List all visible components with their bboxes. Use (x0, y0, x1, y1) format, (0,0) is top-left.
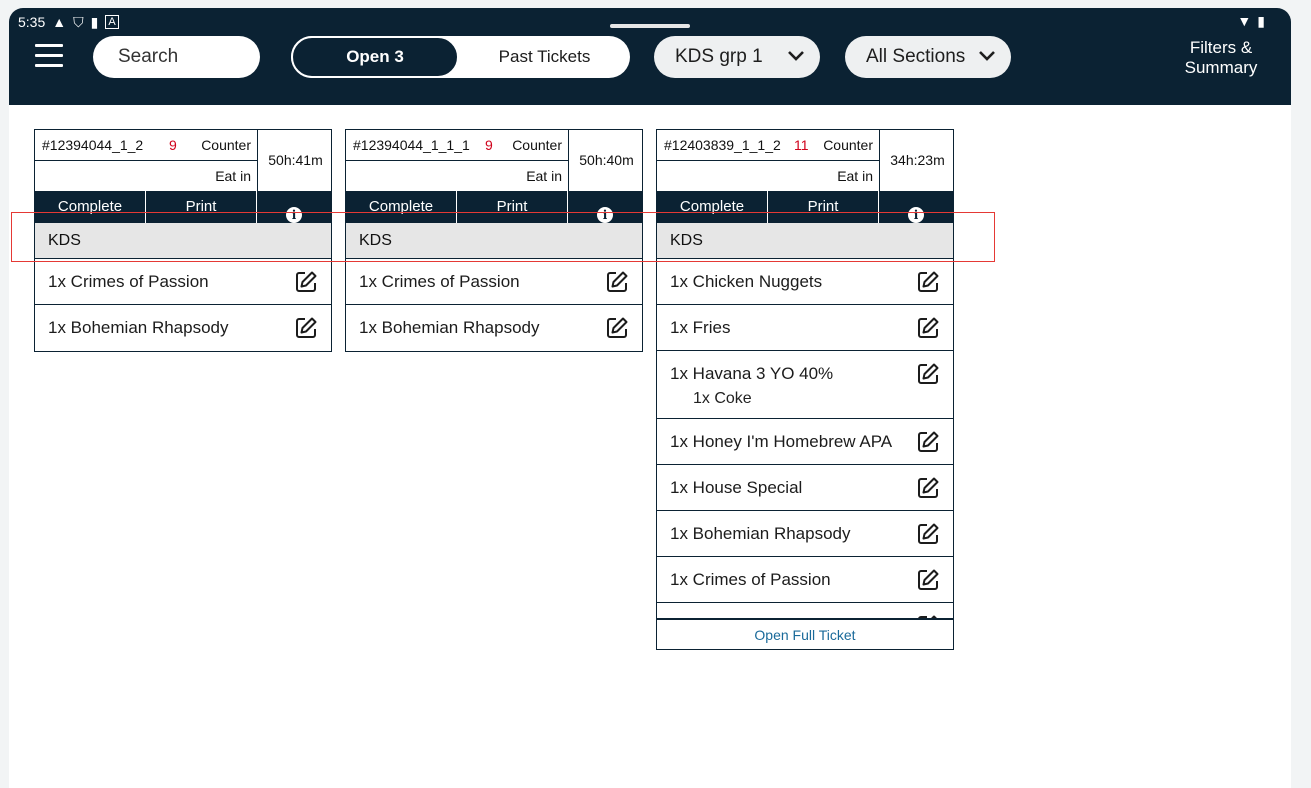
edit-icon[interactable] (916, 476, 940, 500)
item-name: 1x Havana 3 YO 40% (670, 364, 834, 383)
open-full-ticket-link[interactable]: Open Full Ticket (657, 619, 953, 649)
filters-label-line1: Filters & (1189, 38, 1253, 57)
complete-button[interactable]: Complete (346, 191, 457, 223)
status-bar: 5:35 ▲ ⛉ ▮ A (18, 12, 119, 32)
top-app-bar: 5:35 ▲ ⛉ ▮ A ▼ ▮ Search Open 3 Past Tick… (9, 8, 1291, 105)
elapsed-time: 34h:23m (890, 152, 945, 168)
list-item[interactable]: 1x Bohemian Rhapsody (35, 305, 331, 351)
edit-icon[interactable] (294, 316, 318, 340)
info-icon: i (908, 207, 924, 223)
elapsed-time: 50h:40m (579, 152, 634, 168)
item-count: 11 (794, 137, 809, 153)
battery-icon: ▮ (1257, 13, 1265, 29)
order-type: Counter (823, 137, 873, 153)
list-item[interactable]: 1x Fries (657, 305, 953, 351)
info-icon: i (597, 207, 613, 223)
ticket-id: #12394044_1_1_1 (353, 137, 470, 153)
wifi-icon: ▼ (1237, 13, 1252, 29)
item-count: 9 (169, 137, 177, 153)
ticket-header: #12394044_1_1_1 9 Counter Eat in 50h:40m (346, 130, 642, 191)
warning-icon: ▲ (52, 14, 67, 30)
app-notification-icon: A (105, 15, 119, 29)
section-header: KDS (346, 223, 642, 259)
chevron-down-icon (788, 51, 804, 61)
sd-card-icon: ▮ (90, 13, 99, 30)
list-item[interactable]: 1x Crimes of Passion (346, 259, 642, 305)
ticket-card: #12403839_1_1_2 11 Counter Eat in 34h:23… (656, 129, 954, 650)
status-time: 5:35 (18, 14, 46, 30)
ticket-status-toggle: Open 3 Past Tickets (291, 36, 630, 78)
filters-label-line2: Summary (1184, 58, 1258, 77)
chevron-down-icon (979, 51, 995, 61)
list-item[interactable]: 1x Crimes of Passion (657, 557, 953, 603)
print-button[interactable]: Print (768, 191, 879, 223)
edit-icon[interactable] (294, 270, 318, 294)
service-type: Eat in (837, 168, 873, 184)
sections-label: All Sections (866, 46, 966, 67)
edit-icon[interactable] (605, 316, 629, 340)
ticket-card: #12394044_1_2 9 Counter Eat in 50h:41m C… (34, 129, 332, 352)
info-button[interactable]: i (568, 191, 642, 223)
info-button[interactable]: i (879, 191, 953, 223)
section-header: KDS (35, 223, 331, 259)
print-button[interactable]: Print (457, 191, 568, 223)
tab-open[interactable]: Open 3 (291, 36, 459, 78)
info-icon: i (286, 207, 302, 223)
service-type: Eat in (215, 168, 251, 184)
sections-dropdown[interactable]: All Sections (845, 36, 1011, 78)
ticket-actions: Complete Print i (346, 191, 642, 223)
complete-button[interactable]: Complete (657, 191, 768, 223)
ticket-actions: Complete Print i (657, 191, 953, 223)
service-type: Eat in (526, 168, 562, 184)
shield-icon: ⛉ (73, 13, 84, 30)
complete-button[interactable]: Complete (35, 191, 146, 223)
menu-icon[interactable] (35, 44, 63, 68)
elapsed-time: 50h:41m (268, 152, 323, 168)
edit-icon[interactable] (605, 270, 629, 294)
edit-icon[interactable] (916, 316, 940, 340)
edit-icon[interactable] (916, 614, 940, 619)
section-header: KDS (657, 223, 953, 259)
list-item[interactable]: 1x House Special (657, 465, 953, 511)
tab-past-tickets[interactable]: Past Tickets (459, 36, 630, 78)
list-item[interactable]: 1x Chicken Nuggets (657, 259, 953, 305)
filters-summary-button[interactable]: Filters & Summary (1176, 38, 1266, 78)
ticket-actions: Complete Print i (35, 191, 331, 223)
edit-icon[interactable] (916, 522, 940, 546)
ticket-id: #12394044_1_2 (42, 137, 144, 153)
kds-group-dropdown[interactable]: KDS grp 1 (654, 36, 820, 78)
edit-icon[interactable] (916, 270, 940, 294)
list-item[interactable]: 1x Honey I'm Homebrew APA (657, 419, 953, 465)
item-modifier: 1x Coke (693, 390, 752, 407)
list-item[interactable]: 1x Crimes of Passion (35, 259, 331, 305)
ticket-header: #12394044_1_2 9 Counter Eat in 50h:41m (35, 130, 331, 191)
info-button[interactable]: i (257, 191, 331, 223)
order-type: Counter (512, 137, 562, 153)
drag-handle[interactable] (610, 24, 690, 28)
order-type: Counter (201, 137, 251, 153)
edit-icon[interactable] (916, 568, 940, 592)
list-item[interactable]: 1x Bohemian Rhapsody (346, 305, 642, 351)
status-bar-right: ▼ ▮ (1237, 13, 1265, 30)
ticket-header: #12403839_1_1_2 11 Counter Eat in 34h:23… (657, 130, 953, 191)
edit-icon[interactable] (916, 430, 940, 454)
list-item[interactable]: 1x Havana 3 YO 40% 1x Coke (657, 351, 953, 419)
print-button[interactable]: Print (146, 191, 257, 223)
ticket-card: #12394044_1_1_1 9 Counter Eat in 50h:40m… (345, 129, 643, 352)
list-item[interactable]: 1x Bohemian Rhapsody (657, 511, 953, 557)
app-window: 5:35 ▲ ⛉ ▮ A ▼ ▮ Search Open 3 Past Tick… (9, 8, 1291, 788)
kds-group-label: KDS grp 1 (675, 46, 763, 67)
list-item-partial[interactable] (657, 603, 953, 619)
item-count: 9 (485, 137, 493, 153)
search-input[interactable]: Search (93, 36, 260, 78)
edit-icon[interactable] (916, 362, 940, 386)
ticket-id: #12403839_1_1_2 (664, 137, 781, 153)
